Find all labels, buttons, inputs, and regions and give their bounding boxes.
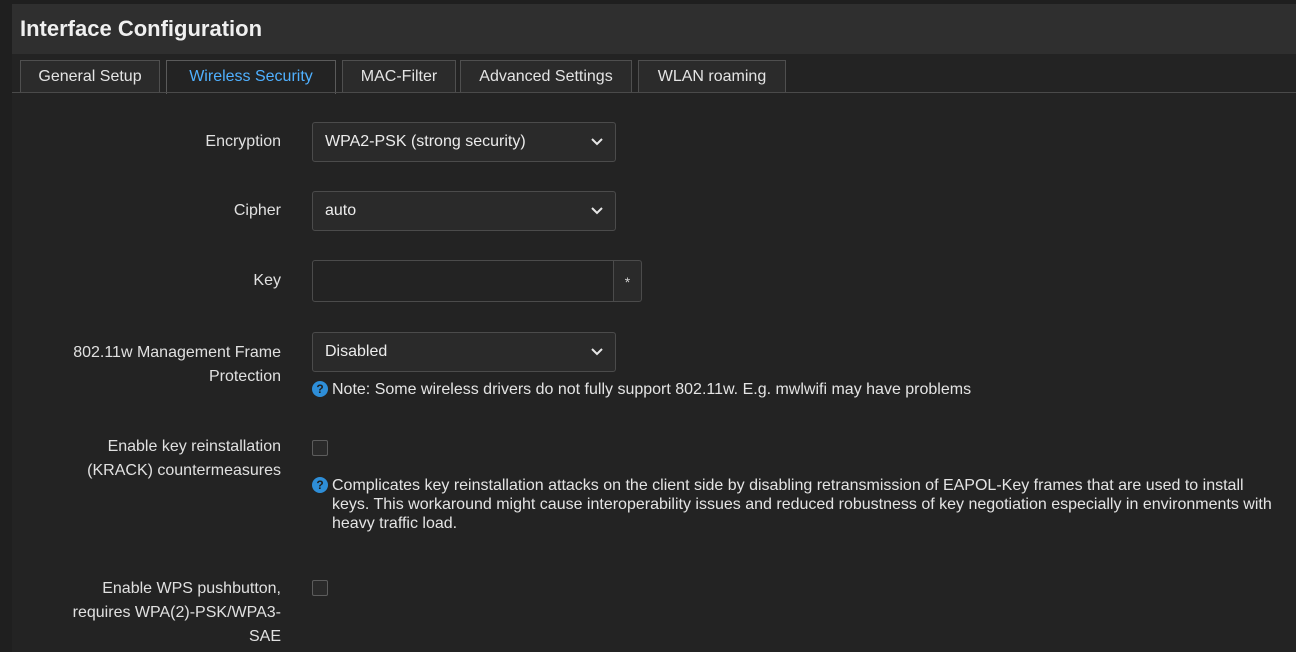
cipher-label: Cipher [233,202,281,219]
krack-checkbox[interactable] [312,440,328,456]
key-input[interactable] [312,260,614,302]
chevron-down-icon [591,348,603,356]
krack-label-line1: Enable key reinstallation [107,438,281,455]
encryption-label: Encryption [205,133,281,150]
chevron-down-icon [591,138,603,146]
tab-mac-filter[interactable]: MAC-Filter [342,60,456,92]
cipher-select-value: auto [325,202,357,219]
chevron-down-icon [591,207,603,215]
interface-configuration-panel: Interface Configuration General Setup Wi… [12,4,1296,652]
tabs-divider [12,92,1296,93]
wps-label-line2: requires WPA(2)-PSK/WPA3- [72,604,281,621]
mfp-label-line2: Protection [208,368,281,385]
krack-label-line2: (KRACK) countermeasures [87,462,281,479]
mfp-select-value: Disabled [325,343,388,360]
tab-wlan-roaming[interactable]: WLAN roaming [638,60,786,92]
mfp-help-text: Note: Some wireless drivers do not fully… [332,381,972,398]
mfp-help: ? Note: Some wireless drivers do not ful… [312,380,1212,399]
reveal-password-button[interactable]: * [613,260,642,302]
wps-label-line1: Enable WPS pushbutton, [102,580,281,597]
mfp-select[interactable]: Disabled [312,332,616,372]
tab-advanced-settings[interactable]: Advanced Settings [460,60,632,92]
mfp-label-line1: 802.11w Management Frame [73,344,281,361]
krack-help: ? Complicates key reinstallation attacks… [312,476,1272,533]
cipher-select[interactable]: auto [312,191,616,231]
encryption-select-value: WPA2-PSK (strong security) [325,133,526,150]
wps-label-line3: SAE [248,628,281,645]
encryption-select[interactable]: WPA2-PSK (strong security) [312,122,616,162]
key-label: Key [253,272,281,289]
help-icon: ? [312,477,328,493]
wps-checkbox[interactable] [312,580,328,596]
panel-header: Interface Configuration [12,4,1296,54]
krack-help-text: Complicates key reinstallation attacks o… [332,477,1272,532]
tab-wireless-security[interactable]: Wireless Security [166,60,336,94]
help-icon: ? [312,381,328,397]
tab-general-setup[interactable]: General Setup [20,60,160,92]
page-title: Interface Configuration [20,16,263,41]
